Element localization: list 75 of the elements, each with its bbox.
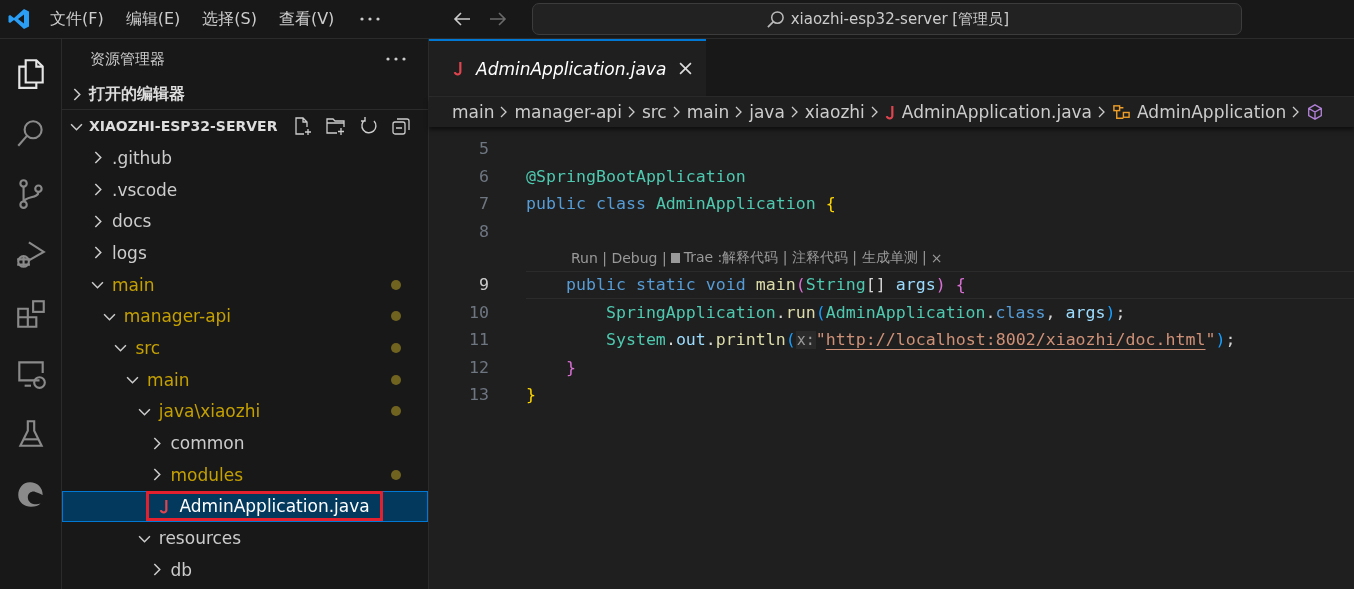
folder-name[interactable]: resources	[158, 528, 242, 549]
folder-name[interactable]: modules	[170, 464, 244, 485]
folder-name[interactable]: .vscode	[112, 179, 178, 200]
code-line: SpringApplication.run(AdminApplication.class, args);	[604, 302, 1126, 322]
java-file-icon	[158, 498, 170, 514]
new-folder-icon[interactable]	[325, 116, 348, 136]
breadcrumb-item[interactable]: xiaozhi	[804, 102, 865, 122]
collapse-all-icon[interactable]	[391, 116, 412, 136]
command-search-field[interactable]: xiaozhi-esp32-server [管理员]	[532, 3, 1243, 35]
code-line: }	[526, 385, 536, 405]
line-number: 5	[478, 139, 489, 159]
new-file-icon[interactable]	[293, 116, 314, 136]
code-line: public class AdminApplication {	[526, 194, 836, 214]
breadcrumb-item[interactable]: AdminApplication.java	[884, 102, 1093, 122]
line-number: 7	[478, 194, 489, 214]
workspace-header[interactable]: XIAOZHI-ESP32-SERVER	[70, 118, 278, 134]
chevron-icon	[627, 106, 636, 118]
code-line: @SpringBootApplication	[526, 166, 746, 186]
line-number: 9	[478, 275, 489, 295]
folder-name[interactable]: db	[170, 559, 193, 580]
folder-name[interactable]: main	[147, 369, 190, 390]
breadcrumb-item[interactable]: main	[452, 102, 495, 122]
folder-name[interactable]: .github	[112, 147, 172, 168]
line-number: 10	[468, 302, 489, 322]
folder-name[interactable]: logs	[112, 242, 147, 263]
chevron-icon	[500, 106, 509, 118]
breadcrumb-item[interactable]: AdminApplication	[1112, 102, 1287, 122]
menu-item[interactable]: 编辑(E)	[125, 8, 181, 30]
codelens-link[interactable]: Run | Debug |	[571, 250, 667, 266]
breadcrumb-item[interactable]: src	[641, 102, 667, 122]
cube-icon	[1306, 103, 1325, 121]
line-number: 12	[468, 357, 489, 377]
refresh-icon[interactable]	[359, 116, 380, 136]
menu-item[interactable]: 文件(F)	[50, 8, 104, 30]
editor-tab[interactable]: AdminApplication.java	[429, 39, 706, 96]
line-number: 6	[478, 166, 489, 186]
code-line: }	[564, 357, 576, 377]
chevron-icon	[1292, 106, 1301, 118]
app-logo-icon	[7, 7, 31, 31]
line-number: 13	[468, 385, 489, 405]
file-name[interactable]: AdminApplication.java	[179, 496, 370, 517]
close-button[interactable]: ×	[930, 250, 943, 266]
code-line: public static void main(String[] args) {	[564, 275, 966, 295]
more-icon[interactable]	[386, 57, 406, 61]
folder-name[interactable]: docs	[112, 211, 152, 232]
chevron-icon	[1098, 106, 1107, 118]
class-icon	[1112, 102, 1132, 122]
chevron-icon	[672, 106, 681, 118]
java-file-icon	[884, 104, 896, 120]
menu-item[interactable]: 选择(S)	[202, 8, 257, 30]
java-file-icon	[453, 61, 464, 76]
code-line: System.out.println(x:"http://localhost:8002/xiaozhi/doc.html");	[604, 330, 1236, 350]
folder-name[interactable]: java\xiaozhi	[158, 401, 261, 422]
more-icon[interactable]	[360, 17, 381, 21]
codelens-link[interactable]: Trae :解释代码 | 注释代码 | 生成单测 |	[683, 249, 927, 267]
folder-name[interactable]: common	[170, 433, 245, 454]
square-icon	[670, 253, 680, 263]
chevron-icon	[735, 106, 744, 118]
chevron-icon	[870, 106, 879, 118]
close-icon[interactable]	[678, 62, 692, 75]
search-icon	[765, 9, 785, 29]
menu-item[interactable]: 查看(V)	[278, 8, 335, 30]
chevron-icon	[790, 106, 799, 118]
folder-name[interactable]: manager-api	[123, 306, 232, 327]
folder-name[interactable]: main	[112, 274, 155, 295]
explorer-title: 资源管理器	[90, 49, 165, 69]
line-number: 8	[478, 221, 489, 241]
breadcrumb-item[interactable]	[1306, 103, 1325, 121]
open-editors-header[interactable]: 打开的编辑器	[62, 79, 428, 110]
selected-row[interactable]: AdminApplication.java	[62, 490, 428, 523]
folder-name[interactable]: src	[135, 337, 161, 358]
line-number: 11	[468, 330, 489, 350]
breadcrumb-item[interactable]: main	[686, 102, 730, 122]
breadcrumb-item[interactable]: java	[749, 102, 785, 122]
breadcrumb-item[interactable]: manager-api	[514, 102, 622, 122]
